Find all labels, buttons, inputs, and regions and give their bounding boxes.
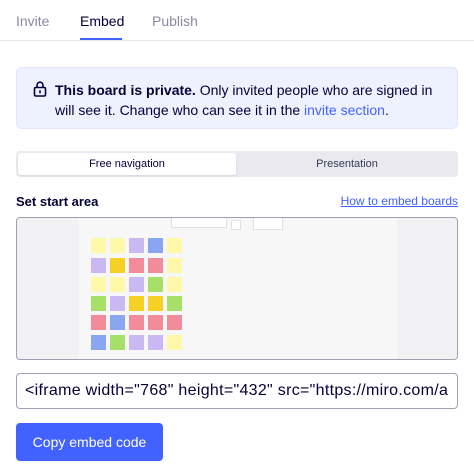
board-card <box>253 218 283 230</box>
board-preview[interactable] <box>16 217 458 360</box>
lock-icon <box>33 81 47 97</box>
sticky-note <box>129 315 144 330</box>
copy-embed-code-button[interactable]: Copy embed code <box>16 423 163 461</box>
embed-code-field[interactable] <box>16 373 458 409</box>
sticky-note <box>129 258 144 273</box>
sticky-note <box>148 335 163 350</box>
sticky-note <box>91 258 106 273</box>
notice-bold: This board is private. <box>55 82 196 98</box>
sticky-note <box>167 258 182 273</box>
active-tab-indicator <box>80 38 122 40</box>
sticky-note <box>91 335 106 350</box>
sticky-note <box>110 335 125 350</box>
share-tabs: Invite Embed Publish <box>0 0 474 41</box>
sticky-note <box>148 296 163 311</box>
sticky-note <box>110 296 125 311</box>
board-card <box>171 218 227 228</box>
sticky-note <box>129 277 144 292</box>
notice-text: This board is private. Only invited peop… <box>55 80 447 120</box>
tab-invite[interactable]: Invite <box>16 13 49 29</box>
sticky-note <box>148 238 163 253</box>
presentation-option[interactable]: Presentation <box>238 153 456 175</box>
sticky-note <box>148 277 163 292</box>
sticky-note <box>129 335 144 350</box>
sticky-note <box>110 238 125 253</box>
how-to-embed-link[interactable]: How to embed boards <box>341 194 458 208</box>
sticky-note <box>129 238 144 253</box>
sticky-note <box>110 258 125 273</box>
set-start-area-label: Set start area <box>16 194 99 209</box>
invite-section-link[interactable]: invite section <box>304 102 385 118</box>
sticky-note <box>148 258 163 273</box>
free-navigation-option[interactable]: Free navigation <box>18 153 236 175</box>
sticky-note <box>167 277 182 292</box>
tab-embed[interactable]: Embed <box>80 13 124 29</box>
sticky-note <box>91 315 106 330</box>
tab-publish[interactable]: Publish <box>152 13 198 29</box>
board-thumbnail[interactable] <box>79 218 397 359</box>
sticky-note <box>167 315 182 330</box>
sticky-note <box>110 315 125 330</box>
sticky-note <box>167 296 182 311</box>
sticky-note <box>91 277 106 292</box>
sticky-note <box>167 238 182 253</box>
sticky-note <box>167 335 182 350</box>
sticky-note <box>91 296 106 311</box>
board-card <box>231 220 241 230</box>
private-board-notice: This board is private. Only invited peop… <box>16 67 458 129</box>
notice-end: . <box>384 102 389 118</box>
sticky-note <box>91 238 106 253</box>
sticky-note <box>129 296 144 311</box>
sticky-note <box>148 315 163 330</box>
sticky-note <box>110 277 125 292</box>
navigation-mode-toggle: Free navigation Presentation <box>16 151 458 177</box>
